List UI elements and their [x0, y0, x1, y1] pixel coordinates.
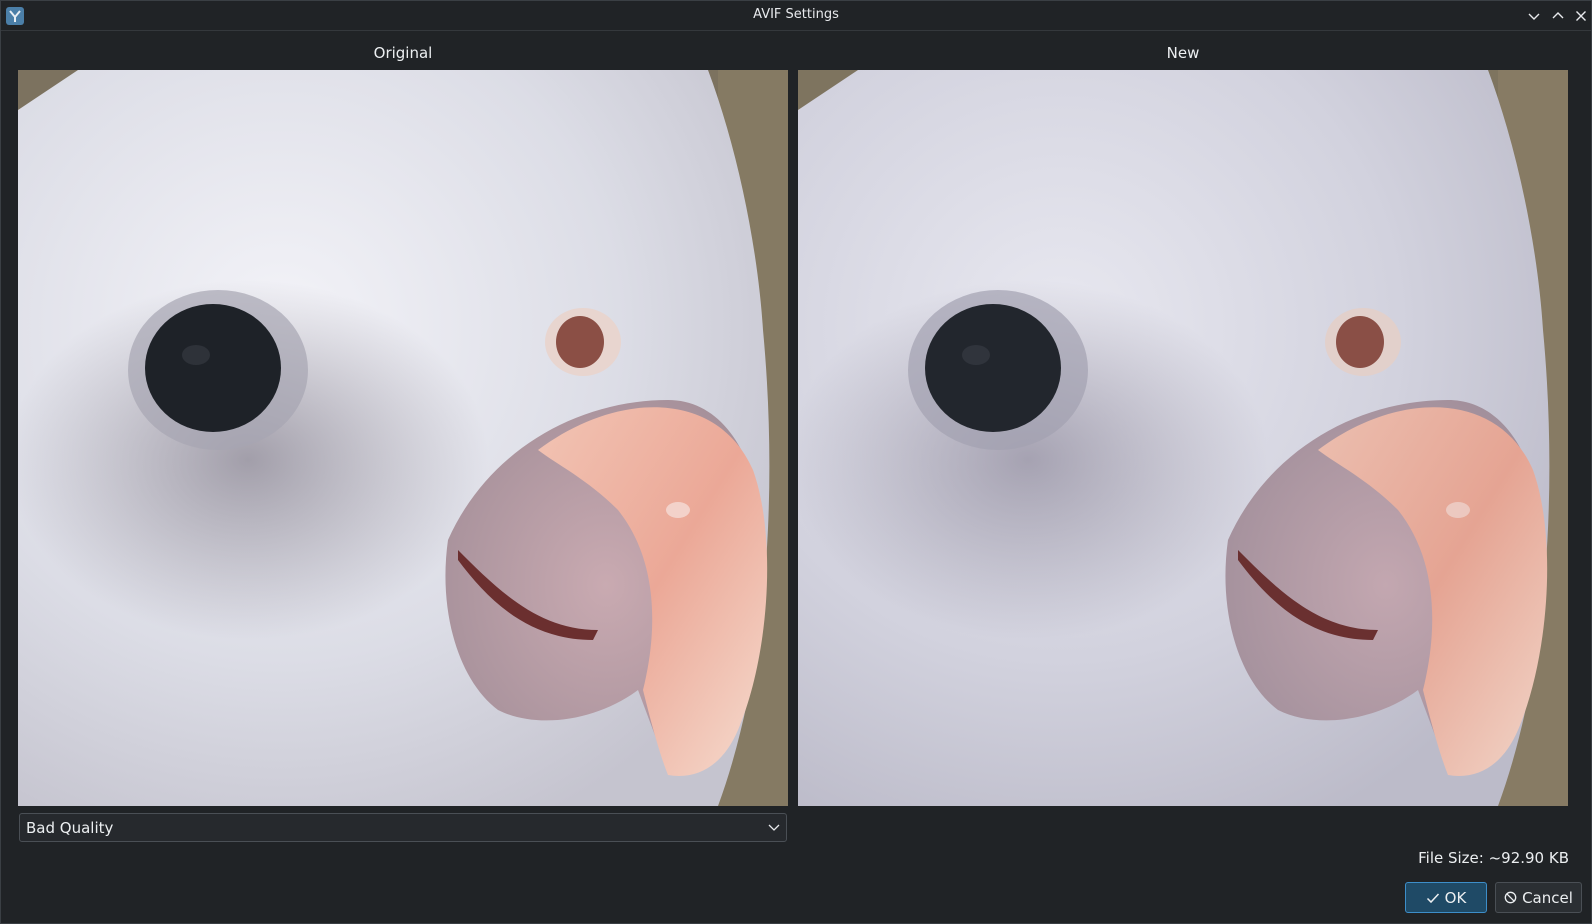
file-size-label: File Size: ~92.90 KB — [1418, 849, 1569, 867]
original-image — [18, 70, 788, 806]
chevron-up-icon — [1552, 12, 1564, 19]
cancel-icon — [1504, 891, 1517, 904]
original-label: Original — [373, 44, 433, 62]
window-title: AVIF Settings — [753, 7, 839, 22]
new-image — [798, 70, 1568, 806]
minimize-button[interactable] — [1526, 8, 1542, 24]
cancel-button[interactable]: Cancel — [1495, 882, 1582, 913]
chevron-down-icon — [1528, 13, 1540, 20]
cancel-button-label: Cancel — [1522, 888, 1573, 907]
maximize-button[interactable] — [1550, 8, 1566, 24]
quality-dropdown-value: Bad Quality — [26, 819, 114, 837]
new-label: New — [1166, 44, 1200, 62]
checkmark-icon — [1426, 892, 1439, 903]
chevron-down-icon — [768, 824, 780, 831]
close-icon — [1576, 11, 1586, 21]
close-button[interactable] — [1573, 8, 1589, 24]
title-bar[interactable]: AVIF Settings — [1, 1, 1591, 31]
ok-button-label: OK — [1444, 888, 1467, 907]
quality-dropdown[interactable]: Bad Quality — [19, 813, 787, 842]
avif-settings-dialog: AVIF Settings Original New Bad Quality F… — [0, 0, 1592, 924]
ok-button[interactable]: OK — [1405, 882, 1487, 913]
